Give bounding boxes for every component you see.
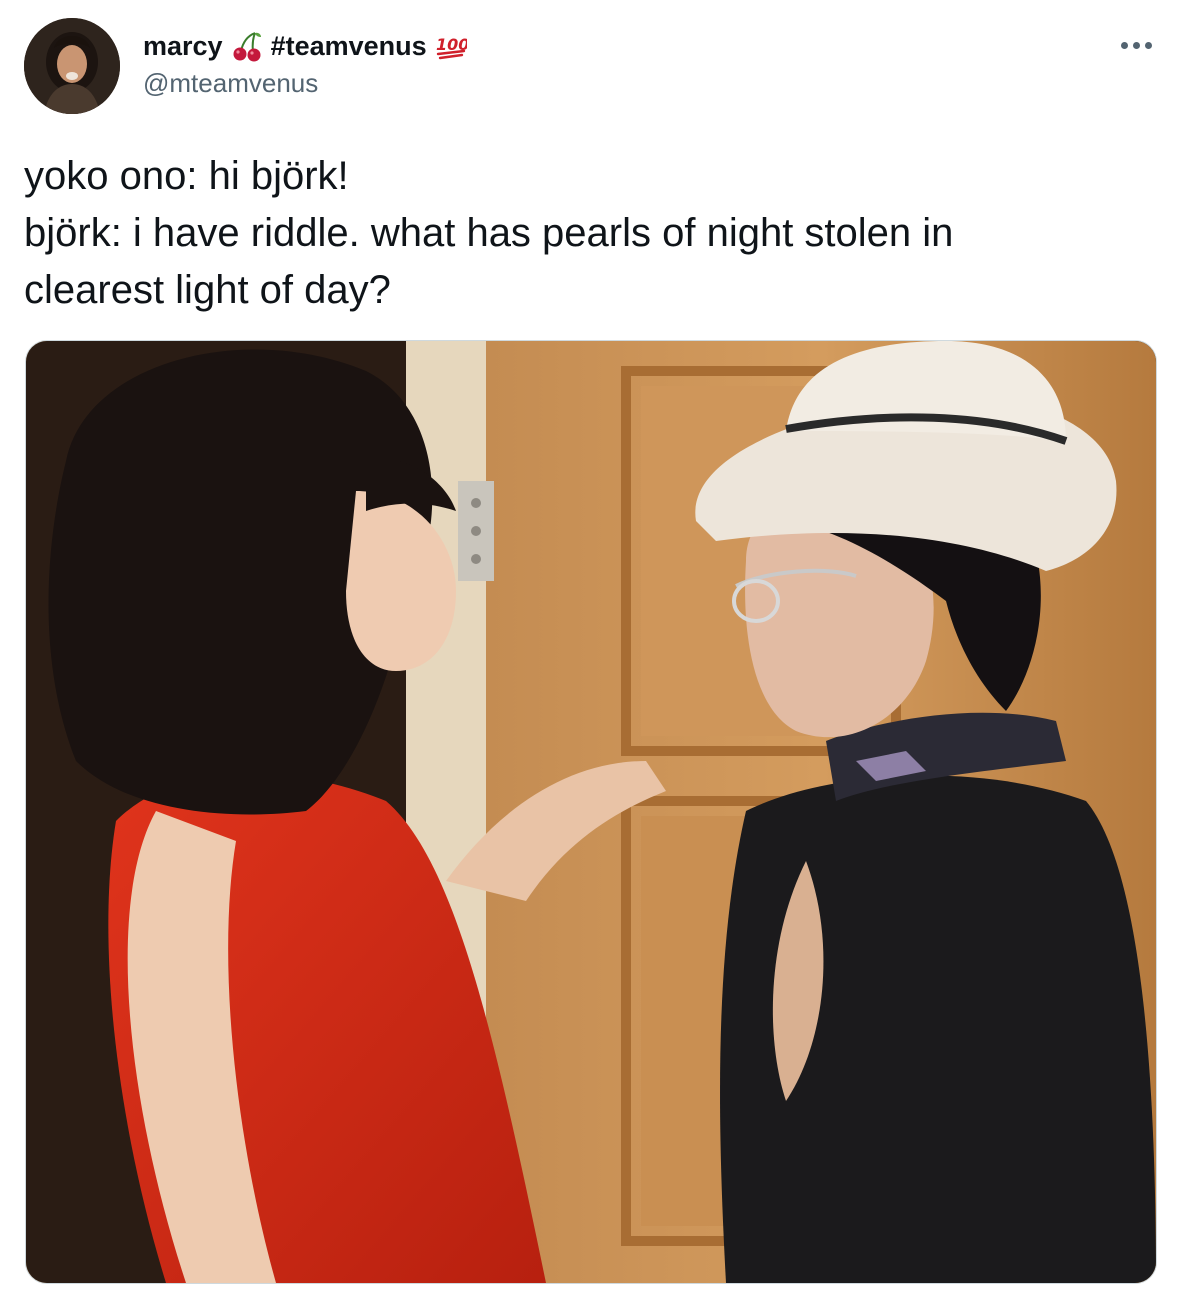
tweet-text: yoko ono: hi björk! björk: i have riddle…	[24, 148, 1154, 319]
hundred-points-icon: 100	[435, 30, 467, 62]
photo-two-women-talking	[26, 341, 1156, 1283]
tweet: marcy #teamvenus 100 @mteamvenus yoko on…	[0, 0, 1186, 1296]
author-handle[interactable]: @mteamvenus	[143, 68, 318, 99]
display-name[interactable]: marcy	[143, 31, 223, 62]
tweet-photo[interactable]	[25, 340, 1157, 1284]
more-dot	[1144, 41, 1152, 49]
name-hashtag[interactable]: #teamvenus	[271, 31, 427, 62]
tweet-text-line: björk: i have riddle. what has pearls of…	[24, 211, 954, 255]
more-dot	[1120, 41, 1128, 49]
more-dot	[1132, 41, 1140, 49]
author-name-row[interactable]: marcy #teamvenus 100	[143, 26, 467, 66]
more-options-icon[interactable]	[1112, 30, 1160, 60]
tweet-text-line: clearest light of day?	[24, 268, 391, 312]
cherries-icon	[231, 30, 263, 62]
tweet-text-line: yoko ono: hi björk!	[24, 154, 349, 198]
author-avatar[interactable]	[24, 18, 120, 114]
profile-photo-icon	[24, 18, 120, 114]
